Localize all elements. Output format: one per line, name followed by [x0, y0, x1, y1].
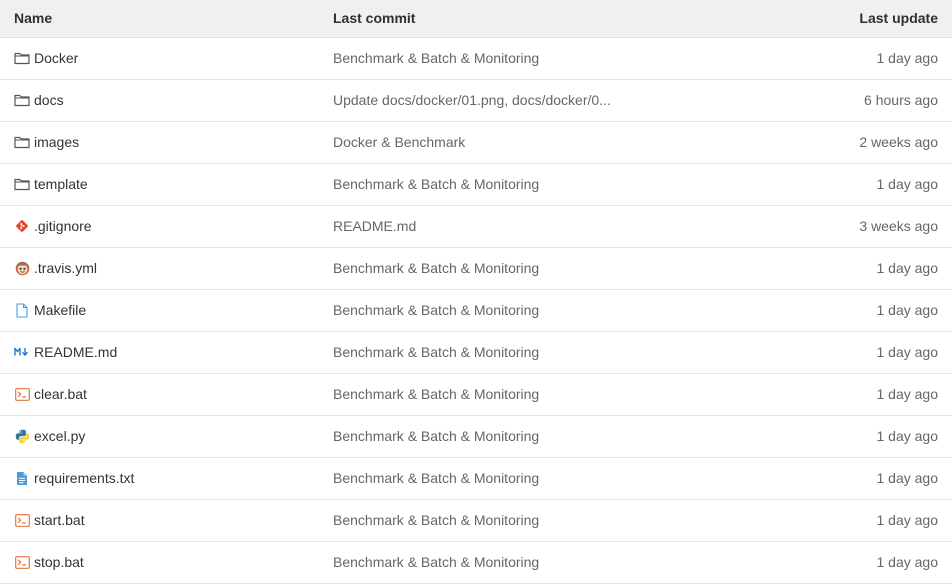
name-cell: template	[0, 163, 333, 205]
name-cell: start.bat	[0, 499, 333, 541]
commit-cell: Benchmark & Batch & Monitoring	[333, 415, 733, 457]
file-table: Name Last commit Last update Docker Bench…	[0, 0, 952, 584]
name-cell: requirements.txt	[0, 457, 333, 499]
commit-message-link[interactable]: Benchmark & Batch & Monitoring	[333, 512, 539, 528]
commit-cell: Benchmark & Batch & Monitoring	[333, 541, 733, 583]
terminal-icon	[14, 386, 30, 402]
commit-message-link[interactable]: Benchmark & Batch & Monitoring	[333, 176, 539, 192]
name-cell: Docker	[0, 37, 333, 79]
git-icon	[14, 218, 30, 234]
column-header-last-update: Last update	[859, 10, 938, 27]
name-cell: .travis.yml	[0, 247, 333, 289]
table-row: stop.bat Benchmark & Batch & Monitoring 1 …	[0, 541, 952, 583]
name-cell: images	[0, 121, 333, 163]
folder-icon	[14, 134, 30, 150]
last-update-text: 1 day ago	[876, 470, 939, 486]
file-name-link[interactable]: clear.bat	[34, 386, 87, 402]
last-update-text: 2 weeks ago	[859, 134, 938, 150]
markdown-icon	[14, 344, 30, 360]
table-row: template Benchmark & Batch & Monitoring 1 …	[0, 163, 952, 205]
table-row: clear.bat Benchmark & Batch & Monitoring 1…	[0, 373, 952, 415]
file-name-link[interactable]: Makefile	[34, 302, 86, 318]
table-row: docs Update docs/docker/01.png, docs/dock…	[0, 79, 952, 121]
commit-cell: Benchmark & Batch & Monitoring	[333, 499, 733, 541]
commit-cell: Update docs/docker/01.png, docs/docker/0…	[333, 79, 733, 121]
commit-cell: Benchmark & Batch & Monitoring	[333, 163, 733, 205]
travis-icon	[14, 260, 30, 276]
commit-message-link[interactable]: Benchmark & Batch & Monitoring	[333, 50, 539, 66]
commit-message-link[interactable]: Benchmark & Batch & Monitoring	[333, 344, 539, 360]
name-cell: stop.bat	[0, 541, 333, 583]
table-row: README.md Benchmark & Batch & Monitoring 1…	[0, 331, 952, 373]
text-file-icon	[14, 470, 30, 486]
commit-cell: Benchmark & Batch & Monitoring	[333, 289, 733, 331]
file-name-link[interactable]: .gitignore	[34, 218, 92, 234]
file-name-link[interactable]: requirements.txt	[34, 470, 134, 486]
name-cell: clear.bat	[0, 373, 333, 415]
file-name-link[interactable]: images	[34, 134, 79, 150]
python-icon	[14, 428, 30, 444]
table-row: excel.py Benchmark & Batch & Monitoring 1 …	[0, 415, 952, 457]
table-row: Docker Benchmark & Batch & Monitoring 1 da…	[0, 37, 952, 79]
column-header-name: Name	[14, 10, 53, 27]
last-update-text: 1 day ago	[876, 50, 939, 66]
name-cell: Makefile	[0, 289, 333, 331]
name-cell: .gitignore	[0, 205, 333, 247]
commit-message-link[interactable]: Benchmark & Batch & Monitoring	[333, 260, 539, 276]
commit-message-link[interactable]: README.md	[333, 218, 416, 234]
file-icon	[14, 302, 30, 318]
table-row: images Docker & Benchmark 2 weeks ago	[0, 121, 952, 163]
commit-message-link[interactable]: Benchmark & Batch & Monitoring	[333, 470, 539, 486]
commit-cell: Benchmark & Batch & Monitoring	[333, 373, 733, 415]
commit-cell: Benchmark & Batch & Monitoring	[333, 457, 733, 499]
last-update-text: 1 day ago	[876, 302, 939, 318]
terminal-icon	[14, 554, 30, 570]
file-name-link[interactable]: .travis.yml	[34, 260, 97, 276]
last-update-text: 1 day ago	[876, 554, 939, 570]
terminal-icon	[14, 512, 30, 528]
file-name-link[interactable]: start.bat	[34, 512, 85, 528]
last-update-text: 1 day ago	[876, 260, 939, 276]
file-name-link[interactable]: README.md	[34, 344, 117, 360]
last-update-text: 1 day ago	[876, 428, 939, 444]
folder-icon	[14, 176, 30, 192]
commit-message-link[interactable]: Benchmark & Batch & Monitoring	[333, 302, 539, 318]
last-update-text: 3 weeks ago	[859, 218, 938, 234]
last-update-text: 1 day ago	[876, 386, 939, 402]
commit-cell: Benchmark & Batch & Monitoring	[333, 247, 733, 289]
file-name-link[interactable]: template	[34, 176, 88, 192]
name-cell: docs	[0, 79, 333, 121]
name-cell: excel.py	[0, 415, 333, 457]
file-name-link[interactable]: excel.py	[34, 428, 85, 444]
folder-icon	[14, 50, 30, 66]
name-cell: README.md	[0, 331, 333, 373]
table-row: requirements.txt Benchmark & Batch & Moni…	[0, 457, 952, 499]
table-header: Name Last commit Last update	[0, 0, 952, 37]
commit-message-link[interactable]: Benchmark & Batch & Monitoring	[333, 554, 539, 570]
column-header-last-commit: Last commit	[333, 10, 416, 27]
table-row: .travis.yml Benchmark & Batch & Monitorin…	[0, 247, 952, 289]
table-row: start.bat Benchmark & Batch & Monitoring 1…	[0, 499, 952, 541]
file-name-link[interactable]: Docker	[34, 50, 78, 66]
commit-cell: Benchmark & Batch & Monitoring	[333, 37, 733, 79]
file-list: Docker Benchmark & Batch & Monitoring 1 da…	[0, 37, 952, 583]
commit-message-link[interactable]: Update docs/docker/01.png, docs/docker/0…	[333, 92, 611, 108]
last-update-text: 1 day ago	[876, 512, 939, 528]
commit-message-link[interactable]: Benchmark & Batch & Monitoring	[333, 428, 539, 444]
last-update-text: 1 day ago	[876, 176, 939, 192]
table-row: Makefile Benchmark & Batch & Monitoring 1 …	[0, 289, 952, 331]
commit-message-link[interactable]: Benchmark & Batch & Monitoring	[333, 386, 539, 402]
file-name-link[interactable]: docs	[34, 92, 64, 108]
commit-message-link[interactable]: Docker & Benchmark	[333, 134, 465, 150]
file-name-link[interactable]: stop.bat	[34, 554, 84, 570]
table-row: .gitignore README.md 3 weeks ago	[0, 205, 952, 247]
commit-cell: README.md	[333, 205, 733, 247]
last-update-text: 6 hours ago	[864, 92, 938, 108]
folder-icon	[14, 92, 30, 108]
commit-cell: Docker & Benchmark	[333, 121, 733, 163]
commit-cell: Benchmark & Batch & Monitoring	[333, 331, 733, 373]
last-update-text: 1 day ago	[876, 344, 939, 360]
